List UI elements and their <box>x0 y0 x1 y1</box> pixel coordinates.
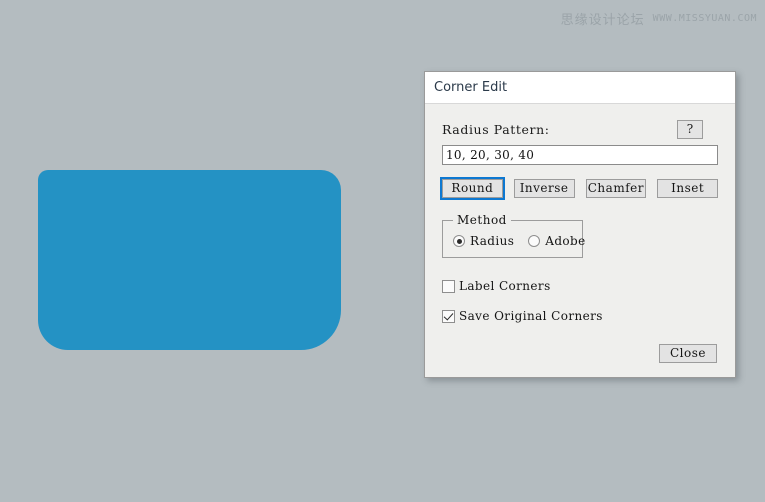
radio-option-radius[interactable]: Radius <box>453 234 514 248</box>
radio-icon-adobe <box>528 235 541 247</box>
radio-label-adobe: Adobe <box>545 234 586 248</box>
dialog-body: Radius Pattern: ? Round Inverse Chamfer … <box>425 104 735 377</box>
method-groupbox: Method Radius Adobe <box>442 213 585 258</box>
checkbox-text-label-corners: Label Corners <box>459 279 551 293</box>
radio-option-adobe[interactable]: Adobe <box>528 234 585 248</box>
dialog-footer: Close <box>442 344 718 363</box>
pattern-button-row: Round Inverse Chamfer Inset <box>442 179 718 198</box>
watermark: 思缘设计论坛 WWW.MISSYUAN.COM <box>561 9 757 28</box>
watermark-chinese-text: 思缘设计论坛 <box>560 13 645 28</box>
radius-pattern-input[interactable] <box>442 145 718 165</box>
dialog-titlebar[interactable]: Corner Edit <box>425 72 735 104</box>
checkbox-icon-save-original-corners <box>442 309 455 323</box>
inverse-button[interactable]: Inverse <box>513 179 575 198</box>
radio-label-radius: Radius <box>470 234 515 248</box>
radius-pattern-row: Radius Pattern: ? <box>442 120 718 139</box>
checkbox-save-original-corners[interactable]: Save Original Corners <box>442 309 718 323</box>
rounded-rectangle-shape[interactable] <box>38 170 341 350</box>
dialog-title: Corner Edit <box>434 80 508 95</box>
chamfer-button[interactable]: Chamfer <box>585 179 647 198</box>
checkbox-icon-label-corners <box>442 279 455 293</box>
round-button[interactable]: Round <box>442 179 503 198</box>
method-groupbox-title: Method <box>453 213 511 227</box>
checkbox-text-save-original-corners: Save Original Corners <box>459 309 603 323</box>
radius-pattern-label: Radius Pattern: <box>442 122 550 137</box>
radio-icon-radius <box>453 235 465 247</box>
inset-button[interactable]: Inset <box>657 179 718 198</box>
corner-edit-dialog: Corner Edit Radius Pattern: ? Round Inve… <box>424 71 736 378</box>
close-button[interactable]: Close <box>659 344 717 363</box>
checkbox-label-corners[interactable]: Label Corners <box>442 279 718 293</box>
method-radio-row: Radius Adobe <box>453 234 585 248</box>
watermark-url-text: WWW.MISSYUAN.COM <box>652 13 757 24</box>
help-button[interactable]: ? <box>677 120 703 139</box>
